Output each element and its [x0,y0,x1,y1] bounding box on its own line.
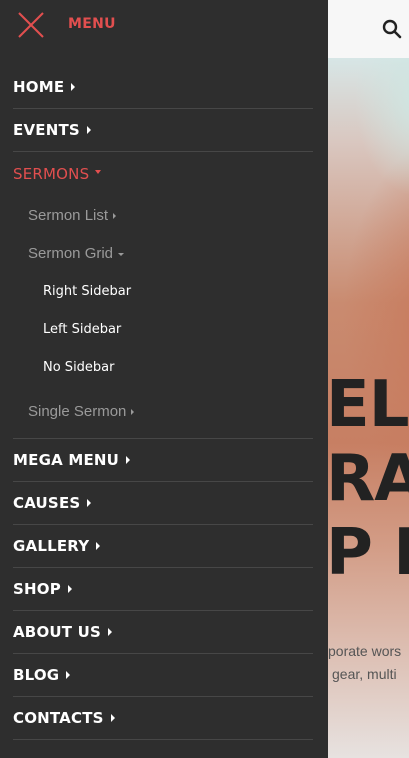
nav-item-events[interactable]: EVENTS [13,109,313,152]
close-icon[interactable] [17,11,45,39]
submenu-item-sermon-grid[interactable]: Sermon Grid [13,234,313,272]
hero-title: ELL RA P L [328,368,409,590]
nav-item-label: MEGA MENU [13,451,120,469]
caret-right-icon [67,585,72,593]
caret-right-icon [126,456,131,464]
main-nav: HOME EVENTS SERMONS Sermon List Sermon G… [13,66,313,740]
submenu-item-single-sermon[interactable]: Single Sermon [13,392,313,430]
menu-header: MENU [0,0,328,50]
nav-item-shop[interactable]: SHOP [13,568,313,611]
submenu-item-label: Left Sidebar [43,321,122,337]
hero-text-line: porate wors [328,643,402,659]
nav-item-label: HOME [13,78,65,96]
nav-item-label: GALLERY [13,537,90,555]
caret-right-icon [71,83,76,91]
caret-right-icon [113,213,117,219]
nav-item-home[interactable]: HOME [13,66,313,109]
nav-item-label: BLOG [13,666,60,684]
submenu-item-label: Sermon Grid [28,244,114,262]
nav-item-gallery[interactable]: GALLERY [13,525,313,568]
nav-item-sermons[interactable]: SERMONS [13,152,313,196]
submenu-item-no-sidebar[interactable]: No Sidebar [13,348,313,386]
nav-item-contacts[interactable]: CONTACTS [13,697,313,740]
sermon-grid-submenu-wrapper: Right Sidebar Left Sidebar No Sidebar [13,272,313,392]
submenu-item-left-sidebar[interactable]: Left Sidebar [13,310,313,348]
caret-right-icon [131,409,135,415]
page-header [328,0,409,58]
nav-item-mega-menu[interactable]: MEGA MENU [13,439,313,482]
caret-right-icon [108,628,113,636]
nav-item-about-us[interactable]: ABOUT US [13,611,313,654]
nav-item-label: SERMONS [13,165,90,183]
hero-title-line: RA [328,442,409,516]
nav-item-blog[interactable]: BLOG [13,654,313,697]
search-icon[interactable] [381,18,403,40]
sermon-grid-submenu: Right Sidebar Left Sidebar No Sidebar [13,272,313,392]
nav-item-label: ABOUT US [13,623,102,641]
caret-right-icon [110,714,115,722]
submenu-item-sermon-list[interactable]: Sermon List [13,196,313,234]
hero-banner: ELL RA P L porate wors gear, multi [328,58,409,758]
nav-item-label: CAUSES [13,494,81,512]
nav-item-label: SHOP [13,580,61,598]
caret-right-icon [96,542,101,550]
submenu-item-label: Sermon List [28,206,109,224]
nav-item-label: CONTACTS [13,709,104,727]
nav-item-causes[interactable]: CAUSES [13,482,313,525]
submenu-item-right-sidebar[interactable]: Right Sidebar [13,272,313,310]
caret-down-icon [118,252,125,256]
sermons-submenu: Sermon List Sermon Grid Right Sidebar Le… [13,196,313,439]
submenu-item-label: Right Sidebar [43,283,132,299]
caret-right-icon [87,499,92,507]
hero-text-line: gear, multi [332,666,397,682]
caret-down-icon [95,170,102,174]
side-menu: MENU HOME EVENTS SERMONS Sermon List Ser… [0,0,328,758]
submenu-item-label: Single Sermon [28,402,127,420]
hero-title-line: ELL [328,368,409,442]
sermons-submenu-wrapper: Sermon List Sermon Grid Right Sidebar Le… [13,196,313,439]
nav-item-label: EVENTS [13,121,80,139]
submenu-item-label: No Sidebar [43,359,115,375]
caret-right-icon [86,126,91,134]
hero-description: porate wors gear, multi [328,640,401,686]
caret-right-icon [66,671,71,679]
hero-title-line: P L [328,516,409,590]
menu-title: MENU [68,16,116,32]
